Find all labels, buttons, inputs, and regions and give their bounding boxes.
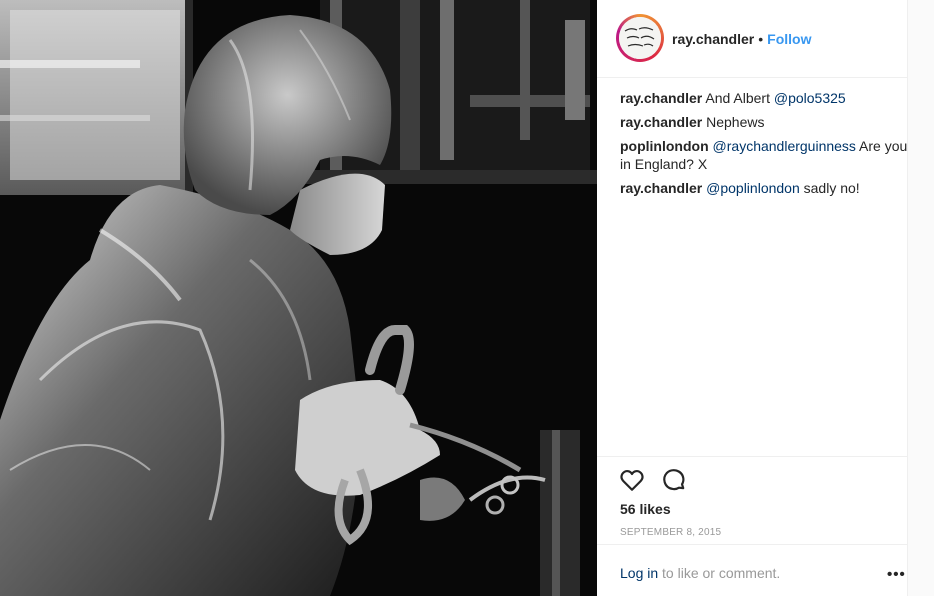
post-date: SEPTEMBER 8, 2015 [620, 527, 722, 538]
comment-username[interactable]: ray.chandler [620, 180, 702, 196]
login-suffix: to like or comment. [658, 565, 781, 581]
comment-mention[interactable]: @raychandlerguinness [713, 138, 856, 154]
comment-username[interactable]: ray.chandler [620, 90, 702, 106]
comment-text: And Albert [705, 90, 774, 106]
login-link[interactable]: Log in [620, 565, 658, 581]
post-photo[interactable] [0, 0, 597, 596]
avatar-image [619, 17, 661, 59]
likes-count[interactable]: 56 likes [620, 501, 671, 517]
comment-text: sadly no! [799, 180, 860, 196]
comment-item: ray.chandler And Albert @polo5325 [620, 89, 910, 107]
comment-icon[interactable] [661, 467, 687, 493]
post-actions: 56 likes SEPTEMBER 8, 2015 [597, 456, 908, 538]
comment-mention[interactable]: @poplinlondon [706, 180, 800, 196]
heart-icon[interactable] [619, 467, 645, 493]
post-footer: Log in to like or comment. ••• [597, 544, 908, 597]
comment-username[interactable]: ray.chandler [620, 114, 702, 130]
login-prompt: Log in to like or comment. [620, 565, 780, 581]
avatar[interactable] [616, 14, 664, 62]
comment-item: ray.chandler @poplinlondon sadly no! [620, 179, 910, 197]
action-icons [619, 467, 699, 493]
comment-username[interactable]: poplinlondon [620, 138, 709, 154]
post-side-panel: ray.chandler • Follow ray.chandler And Alb… [597, 0, 934, 596]
more-options-icon[interactable]: ••• [887, 566, 906, 583]
header-separator: • [758, 31, 764, 47]
post-username[interactable]: ray.chandler [672, 31, 754, 47]
photo-image [0, 0, 597, 596]
post-header: ray.chandler • Follow [597, 0, 908, 78]
panel-edge [907, 0, 934, 596]
comment-list: ray.chandler And Albert @polo5325 ray.ch… [620, 89, 910, 203]
comment-mention[interactable]: @polo5325 [774, 90, 846, 106]
follow-button[interactable]: Follow [767, 31, 811, 47]
comment-item: ray.chandler Nephews [620, 113, 910, 131]
comment-text: Nephews [706, 114, 765, 130]
comment-item: poplinlondon @raychandlerguinness Are yo… [620, 137, 910, 173]
profile-avatar[interactable] [619, 17, 661, 59]
header-text: ray.chandler • Follow [672, 30, 811, 48]
